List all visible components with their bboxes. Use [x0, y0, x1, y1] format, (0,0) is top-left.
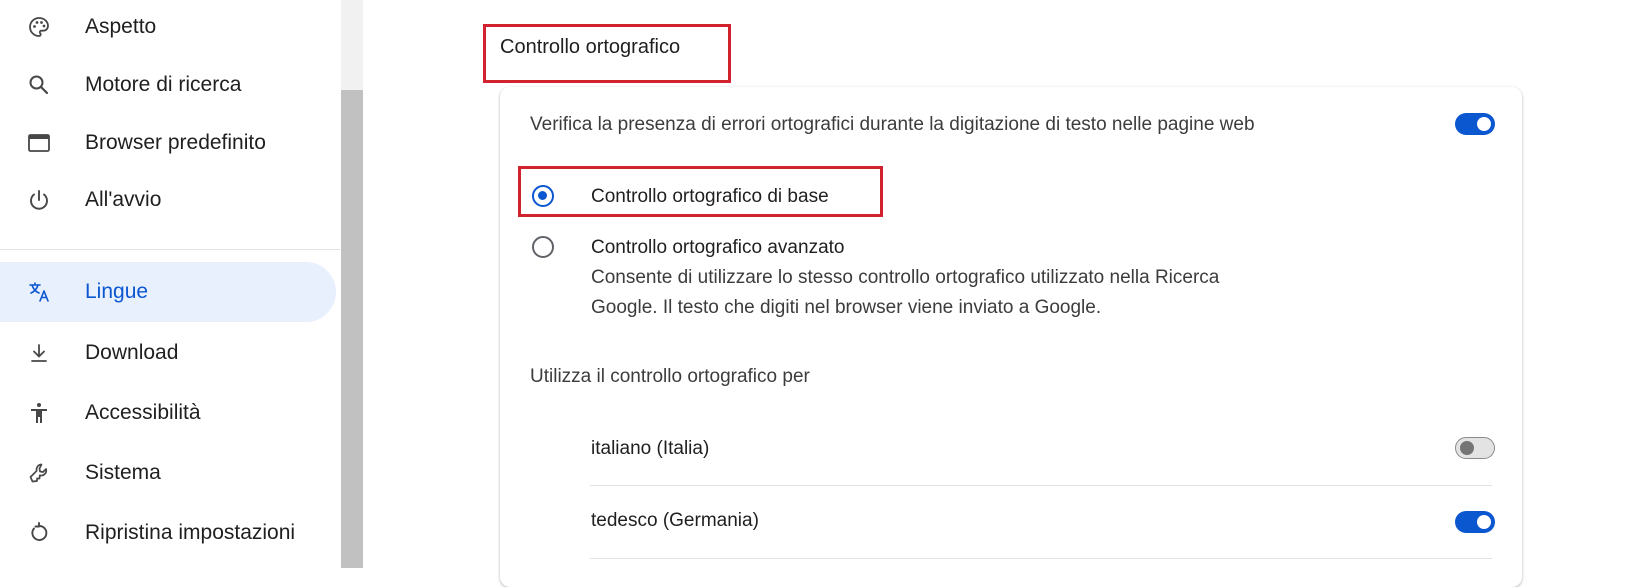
browser-window-icon — [26, 130, 52, 156]
sidebar-item-reset-settings[interactable]: Ripristina impostazioni — [0, 503, 336, 563]
palette-icon — [26, 14, 52, 40]
sidebar-item-label: Accessibilità — [85, 401, 201, 424]
sidebar-item-label: Browser predefinito — [85, 131, 266, 154]
enhanced-spellcheck-description-line2: Google. Il testo che digiti nel browser … — [591, 297, 1102, 318]
language-toggle-german[interactable] — [1455, 511, 1495, 533]
sidebar-item-label: Download — [85, 341, 179, 364]
toggle-knob — [1477, 515, 1491, 529]
sidebar-item-on-startup[interactable]: All'avvio — [0, 170, 336, 230]
toggle-knob — [1477, 117, 1491, 131]
sidebar-item-accessibility[interactable]: Accessibilità — [0, 383, 336, 443]
enhanced-spellcheck-description-line1: Consente di utilizzare lo stesso control… — [591, 267, 1220, 288]
sidebar-item-label: Sistema — [85, 461, 161, 484]
sidebar-item-label: Aspetto — [85, 15, 157, 38]
reset-icon — [26, 520, 52, 546]
sidebar-item-label: Lingue — [85, 280, 149, 303]
language-label-italian: italiano (Italia) — [591, 438, 710, 459]
wrench-icon — [26, 460, 52, 486]
language-toggle-italian[interactable] — [1455, 437, 1495, 459]
language-divider — [590, 558, 1492, 559]
sidebar-item-languages[interactable]: Lingue — [0, 262, 336, 322]
toggle-knob — [1460, 440, 1474, 455]
sidebar-item-label: All'avvio — [85, 188, 162, 211]
sidebar-item-label: Ripristina impostazioni — [85, 521, 296, 544]
settings-sidebar: Aspetto Motore di ricerca Browser predef… — [0, 0, 340, 568]
sidebar-divider — [0, 249, 340, 250]
sidebar-item-appearance[interactable]: Aspetto — [0, 0, 336, 57]
basic-spellcheck-label[interactable]: Controllo ortografico di base — [591, 186, 829, 208]
enhanced-spellcheck-radio[interactable] — [532, 236, 554, 258]
language-label-german: tedesco (Germania) — [591, 510, 759, 531]
sidebar-item-search-engine[interactable]: Motore di ricerca — [0, 55, 336, 115]
translate-icon — [26, 279, 52, 305]
languages-heading: Utilizza il controllo ortografico per — [530, 366, 810, 387]
search-icon — [26, 72, 52, 98]
spellcheck-toggle[interactable] — [1455, 113, 1495, 135]
basic-spellcheck-radio[interactable] — [532, 185, 554, 207]
sidebar-item-system[interactable]: Sistema — [0, 443, 336, 503]
power-icon — [26, 187, 52, 213]
download-icon — [26, 340, 52, 366]
language-divider — [590, 485, 1492, 486]
sidebar-scrollbar-thumb[interactable] — [341, 90, 363, 568]
enhanced-spellcheck-label[interactable]: Controllo ortografico avanzato — [591, 237, 844, 259]
sidebar-item-default-browser[interactable]: Browser predefinito — [0, 113, 336, 173]
spellcheck-description: Verifica la presenza di errori ortografi… — [530, 114, 1255, 135]
section-title: Controllo ortografico — [500, 36, 681, 58]
accessibility-icon — [26, 400, 52, 426]
sidebar-item-label: Motore di ricerca — [85, 73, 242, 96]
sidebar-item-downloads[interactable]: Download — [0, 323, 336, 383]
